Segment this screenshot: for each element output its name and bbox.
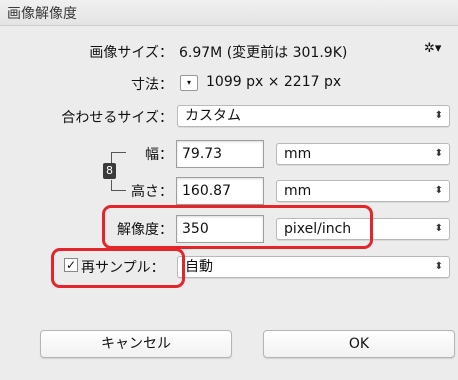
- settings-gear-icon[interactable]: ✲▾: [424, 41, 441, 56]
- height-label: 高さ：: [131, 184, 173, 200]
- resample-method-value: 自動: [185, 259, 213, 275]
- link-bracket-top: [111, 152, 126, 163]
- window-title: 画像解像度: [7, 6, 77, 22]
- select-arrows-icon: ⬍: [434, 261, 443, 272]
- title-bar: 画像解像度: [0, 0, 458, 26]
- link-bracket-bottom: [111, 180, 126, 191]
- width-unit-value: mm: [284, 146, 312, 162]
- select-arrows-icon: ⬍: [434, 185, 443, 196]
- dimensions-value: 1099 px × 2217 px: [206, 74, 342, 90]
- fit-to-value: カスタム: [185, 108, 241, 124]
- fit-to-select[interactable]: カスタム ⬍: [177, 105, 450, 127]
- select-arrows-icon: ⬍: [434, 223, 443, 234]
- width-label: 幅：: [145, 147, 173, 163]
- resample-method-select[interactable]: 自動 ⬍: [177, 256, 450, 278]
- cancel-button[interactable]: キャンセル: [40, 330, 232, 358]
- resample-highlight-box: [51, 248, 185, 288]
- image-size-label: 画像サイズ：: [89, 45, 173, 61]
- image-resolution-dialog: 画像解像度 画像サイズ： 6.97M (変更前は 301.9K) ✲▾ 寸法： …: [0, 0, 458, 380]
- dimensions-label: 寸法：: [131, 77, 173, 93]
- width-unit-select[interactable]: mm ⬍: [276, 143, 450, 165]
- select-arrows-icon: ⬍: [434, 110, 443, 121]
- chain-link-icon[interactable]: 8: [103, 163, 116, 179]
- height-input[interactable]: 160.87: [176, 177, 264, 205]
- fit-to-label: 合わせるサイズ：: [61, 110, 173, 126]
- select-arrows-icon: ⬍: [434, 148, 443, 159]
- height-unit-select[interactable]: mm ⬍: [276, 180, 450, 202]
- image-size-value: 6.97M (変更前は 301.9K): [179, 45, 348, 61]
- width-input[interactable]: 79.73: [176, 140, 264, 168]
- resolution-highlight-box: [102, 205, 373, 249]
- height-unit-value: mm: [284, 183, 312, 199]
- dimensions-unit-dropdown[interactable]: ▾: [180, 75, 198, 91]
- ok-button[interactable]: OK: [263, 330, 455, 358]
